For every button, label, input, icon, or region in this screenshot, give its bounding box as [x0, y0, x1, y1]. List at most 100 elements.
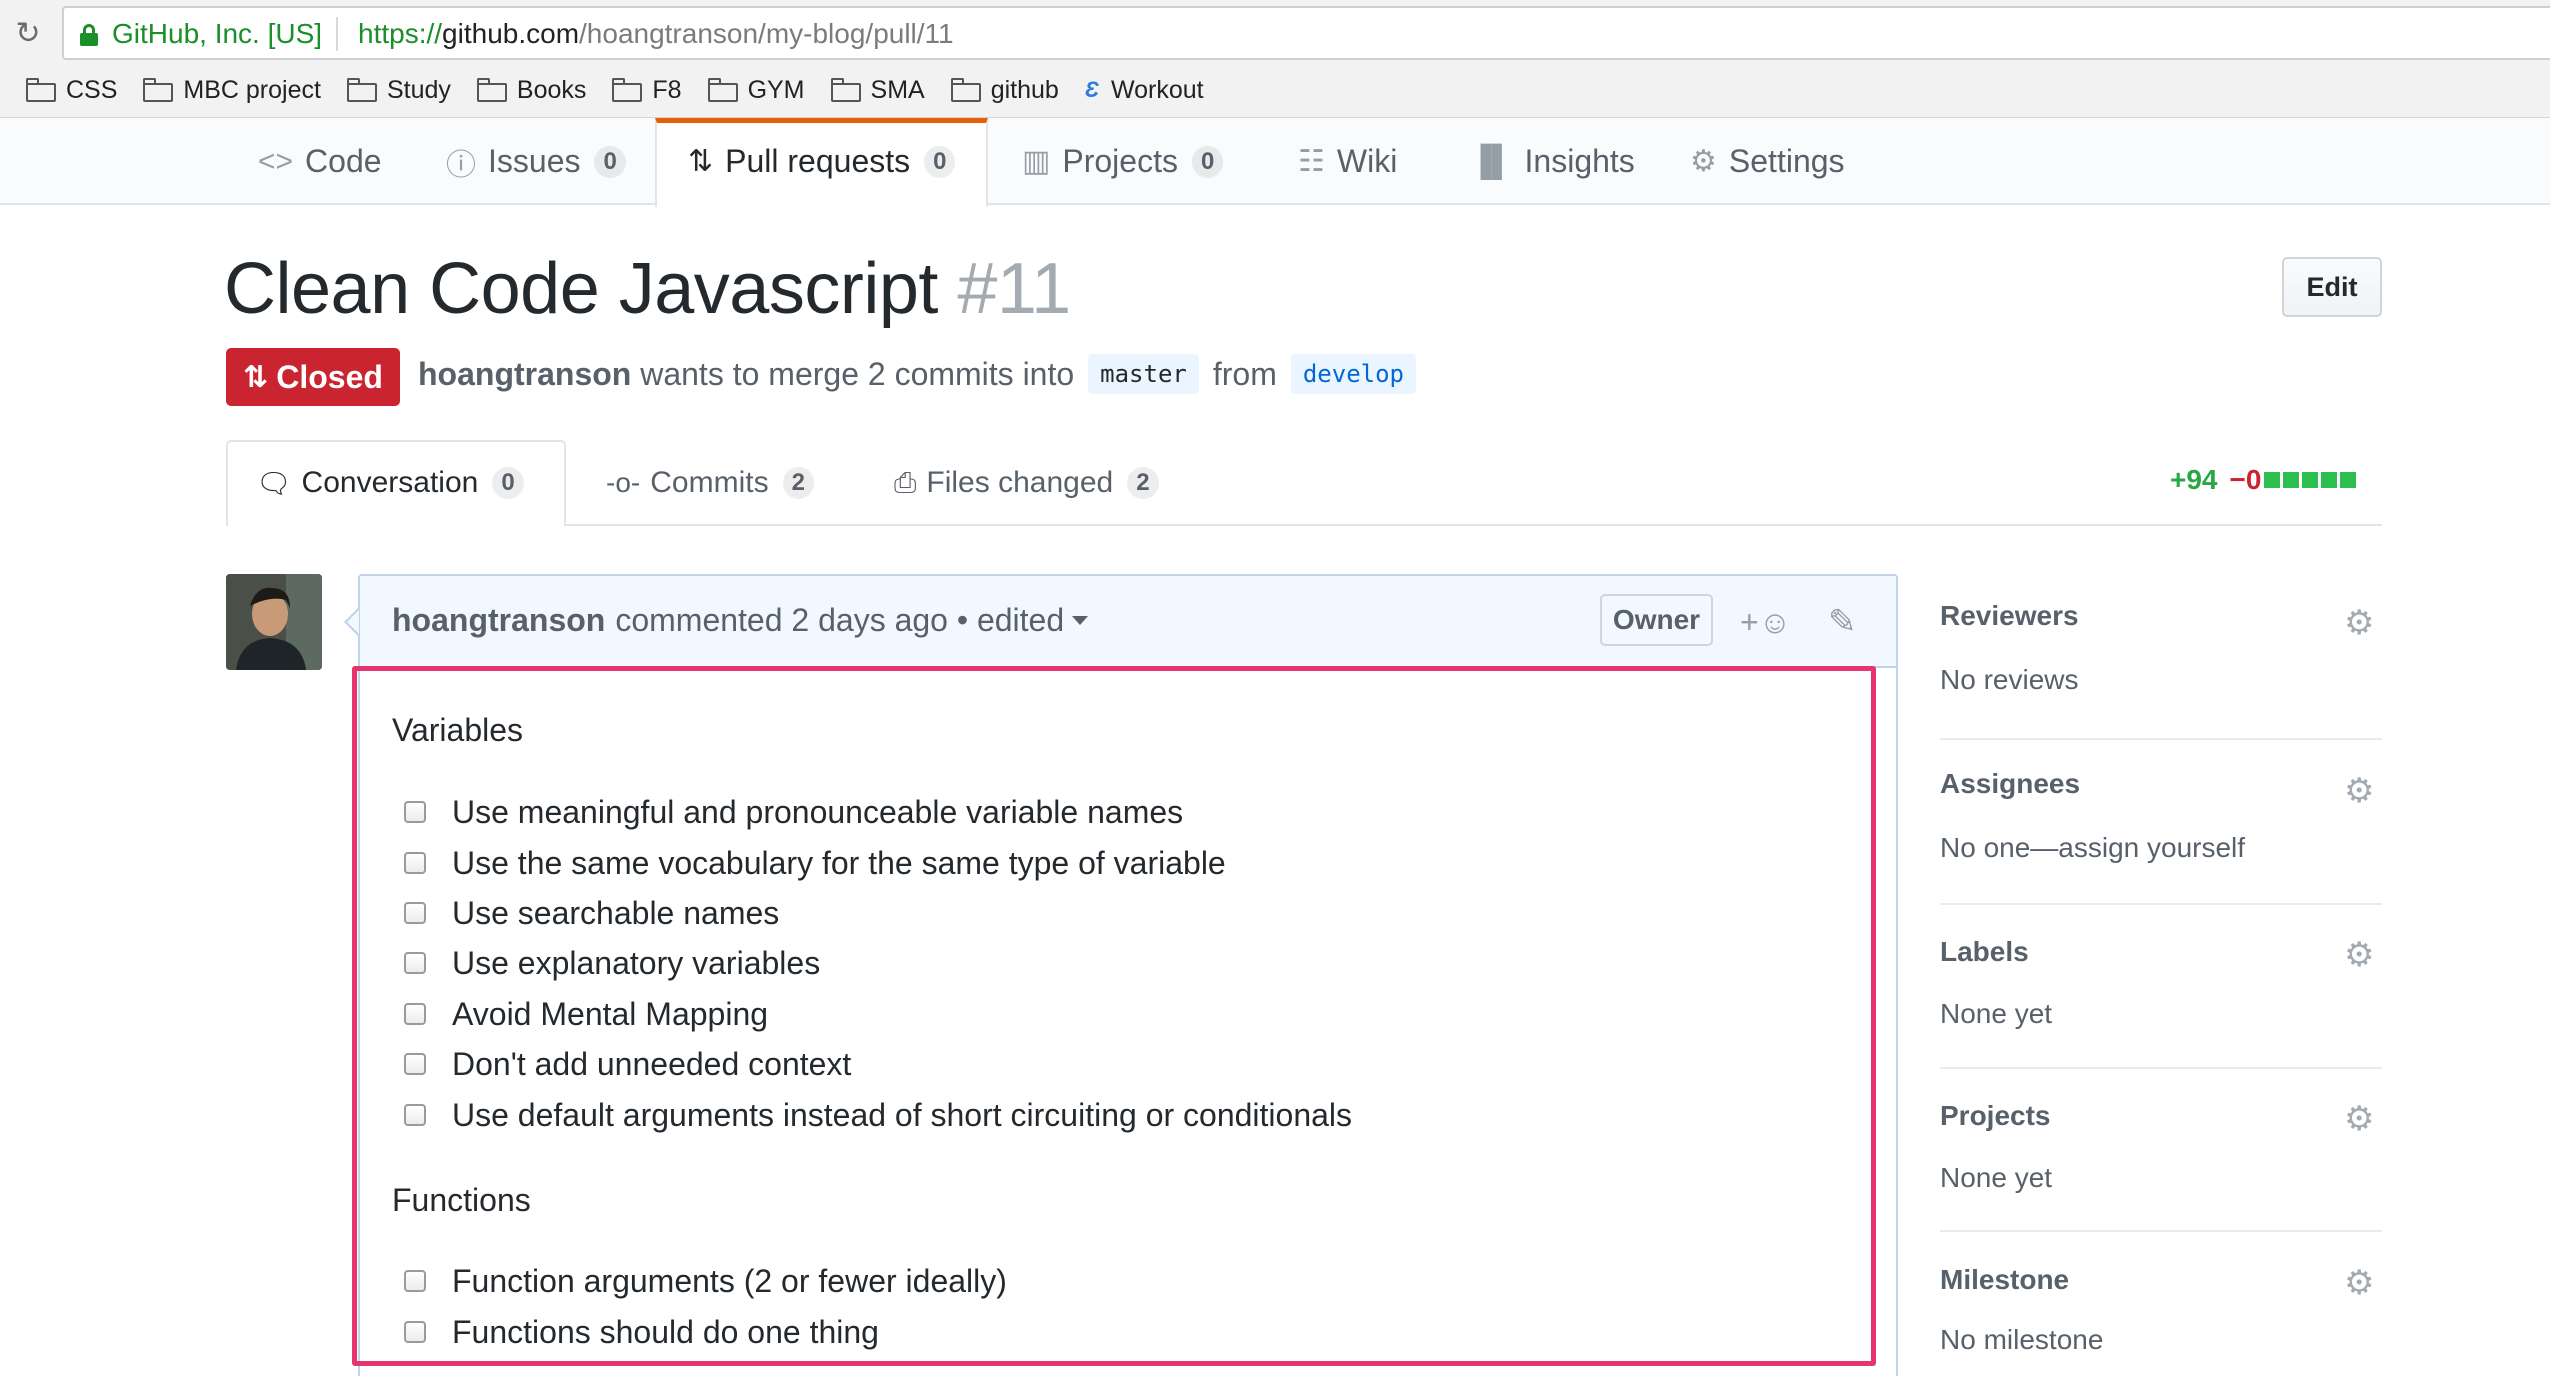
pencil-icon[interactable]: ✎ — [1828, 602, 1857, 642]
gear-icon[interactable]: ⚙ — [2344, 774, 2374, 808]
pr-from-text: from — [1212, 355, 1277, 392]
gear-icon[interactable]: ⚙ — [2344, 1102, 2374, 1136]
repo-nav-pull-requests[interactable]: ⇅ Pull requests 0 — [688, 118, 956, 205]
sidebar-divider — [1940, 1230, 2382, 1232]
repo-nav-settings-label: Settings — [1728, 143, 1845, 179]
diffstat-additions: +94 — [2170, 464, 2218, 495]
sidebar-labels: Labels ⚙ None yet — [1940, 936, 2382, 1029]
tab-commits-label: Commits — [650, 466, 769, 499]
bookmark-label: Workout — [1110, 75, 1204, 104]
folder-icon — [830, 78, 861, 102]
bookmark-f8[interactable]: F8 — [612, 68, 682, 112]
code-icon: <> — [258, 144, 294, 178]
owner-label: Owner — [1600, 594, 1713, 646]
site-favicon-icon: Ɛ — [1084, 77, 1099, 102]
repo-nav-wiki[interactable]: ☷ Wiki — [1298, 118, 1397, 205]
status-badge-label: Closed — [276, 358, 383, 395]
repo-nav-settings[interactable]: ⚙ Settings — [1690, 118, 1845, 205]
diffstat-block — [2321, 472, 2338, 488]
url-path: /hoangtranson/my-blog/pull/11 — [579, 18, 954, 49]
bookmark-label: github — [990, 75, 1059, 104]
bookmark-workout[interactable]: Ɛ Workout — [1085, 68, 1204, 112]
bookmark-github[interactable]: github — [950, 68, 1059, 112]
tab-files-changed[interactable]: ⎙ Files changed 2 — [894, 440, 1159, 526]
tab-conversation-label: Conversation — [301, 466, 479, 499]
comment-discussion-icon: 🗨 — [256, 467, 292, 499]
sidebar-milestone-title[interactable]: Milestone — [1940, 1264, 2382, 1296]
bookmark-gym[interactable]: GYM — [707, 68, 805, 112]
tab-files-label: Files changed — [926, 466, 1114, 499]
bookmark-label: SMA — [870, 75, 925, 104]
status-badge: ⇅ Closed — [226, 348, 400, 406]
sidebar-reviewers: Reviewers ⚙ No reviews — [1940, 600, 2382, 695]
chevron-down-icon[interactable] — [1072, 616, 1089, 625]
gear-icon[interactable]: ⚙ — [2344, 1266, 2374, 1300]
sidebar-assignees-title[interactable]: Assignees — [1940, 768, 2382, 800]
diffstat-block — [2283, 472, 2300, 488]
diffstat-block — [2302, 472, 2319, 488]
avatar-image — [226, 574, 322, 670]
reload-icon[interactable]: ↻ — [10, 16, 46, 52]
folder-icon — [26, 78, 56, 102]
repo-nav-projects[interactable]: ▥ Projects 0 — [1022, 118, 1224, 205]
repo-nav-insights-label: Insights — [1524, 143, 1635, 179]
folder-icon — [707, 78, 738, 102]
bookmark-label: Study — [386, 75, 451, 104]
sidebar-labels-value: None yet — [1940, 998, 2053, 1029]
highlight-annotation — [352, 666, 1876, 1366]
bookmark-css[interactable]: CSS — [26, 68, 117, 112]
bookmark-label: CSS — [66, 75, 118, 104]
bookmark-label: F8 — [652, 75, 682, 104]
avatar[interactable] — [226, 574, 322, 670]
sidebar-divider — [1940, 1067, 2382, 1069]
graph-icon: ▐▌ — [1470, 144, 1513, 178]
url-host: github.com — [442, 18, 580, 49]
smiley-icon: ☺ — [1758, 604, 1792, 640]
url-separator — [336, 17, 338, 51]
gear-icon[interactable]: ⚙ — [2344, 606, 2374, 640]
diffstat-block — [2264, 472, 2281, 488]
repo-nav-pulls-label: Pull requests — [725, 143, 911, 179]
sidebar-projects-value: None yet — [1940, 1162, 2053, 1193]
sidebar-projects-title[interactable]: Projects — [1940, 1100, 2382, 1132]
bookmark-books[interactable]: Books — [476, 68, 586, 112]
tab-conversation[interactable]: 🗨 Conversation 0 — [256, 440, 524, 526]
head-branch: develop — [1290, 354, 1417, 394]
comment-header-text: hoangtranson commented 2 days ago • edit… — [392, 602, 1089, 639]
pr-meta: hoangtranson wants to merge 2 commits in… — [418, 354, 1430, 394]
page-title: Clean Code Javascript #11 — [224, 248, 1071, 330]
sidebar-reviewers-value: No reviews — [1940, 664, 2079, 695]
address-bar[interactable]: GitHub, Inc. [US] https://github.com/hoa… — [62, 6, 2550, 60]
sidebar-assignees-value[interactable]: No one—assign yourself — [1940, 832, 2245, 864]
issue-opened-icon: ⓘ — [446, 148, 476, 182]
gear-icon[interactable]: ⚙ — [2344, 938, 2374, 972]
pr-author-link[interactable]: hoangtranson — [418, 356, 631, 393]
repo-nav — [0, 118, 2550, 205]
folder-icon — [476, 78, 507, 102]
bookmark-sma[interactable]: SMA — [830, 68, 925, 112]
edited-dropdown[interactable]: edited — [977, 602, 1064, 639]
bookmark-label: GYM — [747, 75, 805, 104]
pr-number: #11 — [957, 249, 1071, 329]
url-text[interactable]: https://github.com/hoangtranson/my-blog/… — [358, 18, 954, 50]
repo-nav-code[interactable]: <> Code — [258, 118, 382, 205]
repo-nav-issues[interactable]: ⓘ Issues 0 — [446, 118, 626, 205]
bookmarks-bar: CSS MBC project Study Books F8 GYM SMA g… — [0, 68, 1204, 112]
tab-commits[interactable]: -o- Commits 2 — [606, 440, 814, 526]
reaction-plus: + — [1740, 604, 1759, 640]
bookmark-mbc-project[interactable]: MBC project — [143, 68, 321, 112]
diffstat-deletions: −0 — [2229, 464, 2262, 495]
pulls-counter: 0 — [924, 145, 956, 178]
comment-author-link[interactable]: hoangtranson — [392, 602, 605, 639]
repo-nav-insights[interactable]: ▐▌ Insights — [1470, 118, 1635, 205]
comment-action[interactable]: commented 2 days ago — [615, 602, 948, 639]
comment-bullet: • — [956, 602, 969, 638]
diffstat: +94 −0 — [2170, 464, 2357, 496]
sidebar-labels-title[interactable]: Labels — [1940, 936, 2382, 968]
bookmark-study[interactable]: Study — [346, 68, 451, 112]
sidebar-reviewers-title[interactable]: Reviewers — [1940, 600, 2382, 632]
edit-title-button[interactable]: Edit — [2282, 257, 2382, 317]
base-branch: master — [1088, 354, 1199, 394]
sidebar-milestone-value: No milestone — [1940, 1324, 2104, 1355]
add-reaction-button[interactable]: + ☺ — [1740, 604, 1791, 641]
